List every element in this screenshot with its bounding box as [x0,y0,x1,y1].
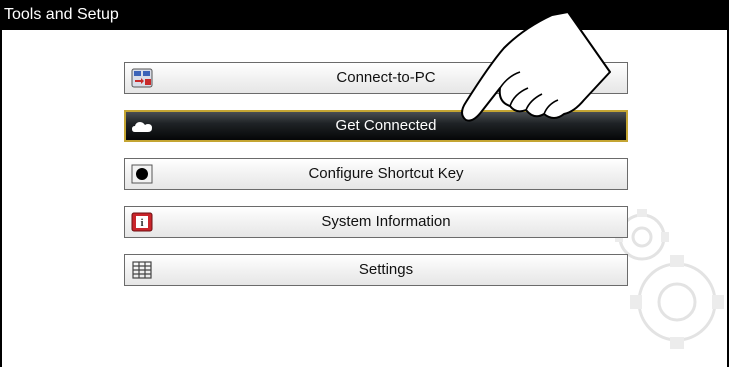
pointing-hand-icon [461,11,611,122]
tools-and-setup-screen: Tools and Setup Connect-to-PC Get Connec… [0,0,729,367]
configure-shortcut-key-label: Configure Shortcut Key [308,165,464,182]
configure-shortcut-key-button[interactable]: Configure Shortcut Key [124,158,628,190]
settings-grid-icon [132,261,152,279]
window-title: Tools and Setup [4,6,119,23]
settings-label: Settings [358,261,414,278]
title-bar: Tools and Setup [2,0,727,30]
cloud-icon [132,122,152,132]
info-icon: i [131,212,153,232]
settings-button[interactable]: Settings [124,254,628,286]
svg-text:i: i [140,217,143,229]
connect-to-pc-icon [131,68,153,88]
system-information-label: System Information [321,213,451,230]
shortcut-key-icon [131,164,153,184]
system-information-button[interactable]: i System Information [124,206,628,238]
